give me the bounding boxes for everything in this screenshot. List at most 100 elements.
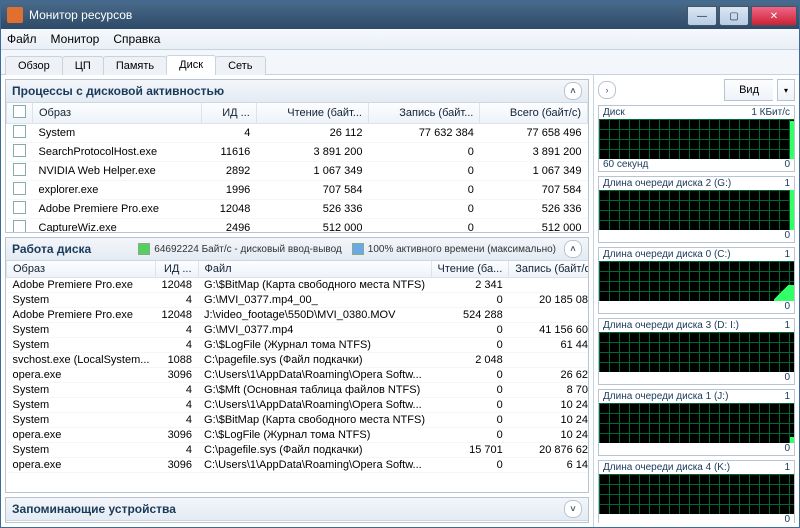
chart-min: 0 [784,443,790,454]
disk-activity-title: Работа диска [12,242,91,256]
chart-min: 0 [784,301,790,312]
tab-network[interactable]: Сеть [215,56,265,75]
maximize-button[interactable]: ▢ [719,6,749,26]
swatch-green-icon [138,243,150,255]
checkbox[interactable] [13,201,26,214]
table-row[interactable]: opera.exe3096C:\Users\1\AppData\Roaming\… [7,368,589,383]
processes-title: Процессы с дисковой активностью [12,84,224,98]
col-total[interactable]: Всего (байт/с) [480,103,588,124]
table-row[interactable]: System4C:\pagefile.sys (Файл подкачки)15… [7,443,589,458]
swatch-blue-icon [352,243,364,255]
chart-area [599,474,794,514]
col-image[interactable]: Образ [7,261,156,278]
col-pid[interactable]: ИД ... [202,103,256,124]
chart: Длина очереди диска 3 (D: I:)10 [598,318,795,385]
charts-container[interactable]: Диск1 КБит/с60 секунд0Длина очереди диск… [598,105,795,523]
chart: Длина очереди диска 1 (J:) 1 0 [598,389,795,456]
titlebar[interactable]: Монитор ресурсов — ▢ ✕ [1,1,799,29]
table-row[interactable]: System4G:\MVI_0377.mp4041 156 60841 1...… [7,323,589,338]
table-row[interactable]: Adobe Premiere Pro.exe12048526 3360526 3… [7,200,588,219]
chart-max: 1 [784,320,790,331]
table-row[interactable]: svchost.exe (LocalSystem...1088C:\pagefi… [7,353,589,368]
table-row[interactable]: System4C:\Users\1\AppData\Roaming\Opera … [7,398,589,413]
checkbox-all[interactable] [13,105,26,118]
checkbox[interactable] [13,125,26,138]
chart-area [599,190,794,230]
col-pid[interactable]: ИД ... [155,261,198,278]
view-label: Вид [739,84,759,96]
menu-file[interactable]: Файл [7,32,37,46]
chart-min: 0 [784,230,790,241]
storage-title: Запоминающие устройства [12,502,176,516]
chart-title: Длина очереди диска 1 (J:) [603,391,728,402]
col-write[interactable]: Запись (байт/с) [509,261,588,278]
chart: Длина очереди диска 4 (K:) 1 0 [598,460,795,523]
chevron-down-icon[interactable]: ˅ [564,500,582,518]
view-button[interactable]: Вид [724,79,773,101]
app-window: Монитор ресурсов — ▢ ✕ Файл Монитор Спра… [0,0,800,528]
table-row[interactable]: explorer.exe1996707 5840707 584 [7,181,588,200]
chevron-up-icon[interactable]: ˄ [564,240,582,258]
chart-title: Длина очереди диска 2 (G:) [603,178,731,189]
table-row[interactable]: opera.exe3096C:\Users\1\AppData\Roaming\… [7,458,589,473]
table-row[interactable]: System4G:\MVI_0377.mp4_00_020 185 08820 … [7,293,589,308]
chart-max: 1 [784,462,790,473]
table-row[interactable]: System4G:\$BitMap (Карта свободного мест… [7,413,589,428]
chart-max: 1 КБит/с [751,107,790,118]
table-row[interactable]: opera.exe3096C:\$LogFile (Журнал тома NT… [7,428,589,443]
checkbox[interactable] [13,163,26,176]
chart: Длина очереди диска 2 (G:) 1 0 [598,176,795,243]
chart: Длина очереди диска 0 (C:) 1 0 [598,247,795,314]
disk-activity-header[interactable]: Работа диска 64692224 Байт/с - дисковый … [6,238,588,261]
view-dropdown[interactable]: ▾ [777,79,795,101]
app-icon [7,7,23,23]
legend-active: 100% активного времени (максимально) [368,244,556,255]
menubar: Файл Монитор Справка [1,29,799,50]
chart-max: 1 [784,391,790,402]
disk-activity-grid[interactable]: Образ ИД ... Файл Чтение (ба... Запись (… [6,261,588,492]
storage-header[interactable]: Запоминающие устройства ˅ [6,498,588,521]
chart-title: Диск [603,107,625,118]
menu-monitor[interactable]: Монитор [51,32,100,46]
checkbox[interactable] [13,220,26,232]
table-row[interactable]: System426 11277 632 38477 658 496 [7,124,588,143]
processes-header[interactable]: Процессы с дисковой активностью ˄ [6,80,588,103]
chart-max: 1 [784,249,790,260]
checkbox[interactable] [13,182,26,195]
col-image[interactable]: Образ [33,103,202,124]
table-row[interactable]: SearchProtocolHost.exe116163 891 20003 8… [7,143,588,162]
chart-title: Длина очереди диска 4 (K:) [603,462,730,473]
chart-min: 0 [784,514,790,523]
table-row[interactable]: Adobe Premiere Pro.exe12048J:\video_foot… [7,308,589,323]
chart-min: 0 [784,159,790,170]
table-row[interactable]: Adobe Premiere Pro.exe12048G:\$BitMap (К… [7,278,589,293]
table-row[interactable]: CaptureWiz.exe2496512 0000512 000 [7,219,588,233]
chart-title: Длина очереди диска 0 (C:) [603,249,731,260]
minimize-button[interactable]: — [687,6,717,26]
chevron-right-icon[interactable]: › [598,81,616,99]
chart-max: 1 [784,178,790,189]
tab-overview[interactable]: Обзор [5,56,63,75]
tab-memory[interactable]: Память [103,56,167,75]
table-row[interactable]: System4G:\$LogFile (Журнал тома NTFS)061… [7,338,589,353]
col-file[interactable]: Файл [198,261,431,278]
chart-area [599,332,794,372]
col-read[interactable]: Чтение (байт... [256,103,368,124]
col-write[interactable]: Запись (байт... [368,103,479,124]
chart-area [599,261,794,301]
tab-disk[interactable]: Диск [166,55,216,75]
close-button[interactable]: ✕ [751,6,797,26]
chart-area [599,403,794,443]
disk-activity-panel: Работа диска 64692224 Байт/с - дисковый … [5,237,589,493]
table-row[interactable]: System4G:\$Mft (Основная таблица файлов … [7,383,589,398]
chart-area [599,119,794,159]
chart-title: Длина очереди диска 3 (D: I:) [603,320,739,331]
col-read[interactable]: Чтение (ба... [431,261,509,278]
table-row[interactable]: NVIDIA Web Helper.exe28921 067 34901 067… [7,162,588,181]
checkbox[interactable] [13,144,26,157]
chevron-up-icon[interactable]: ˄ [564,82,582,100]
processes-grid[interactable]: Образ ИД ... Чтение (байт... Запись (бай… [6,103,588,232]
tab-cpu[interactable]: ЦП [62,56,104,75]
storage-panel: Запоминающие устройства ˅ [5,497,589,523]
menu-help[interactable]: Справка [113,32,160,46]
